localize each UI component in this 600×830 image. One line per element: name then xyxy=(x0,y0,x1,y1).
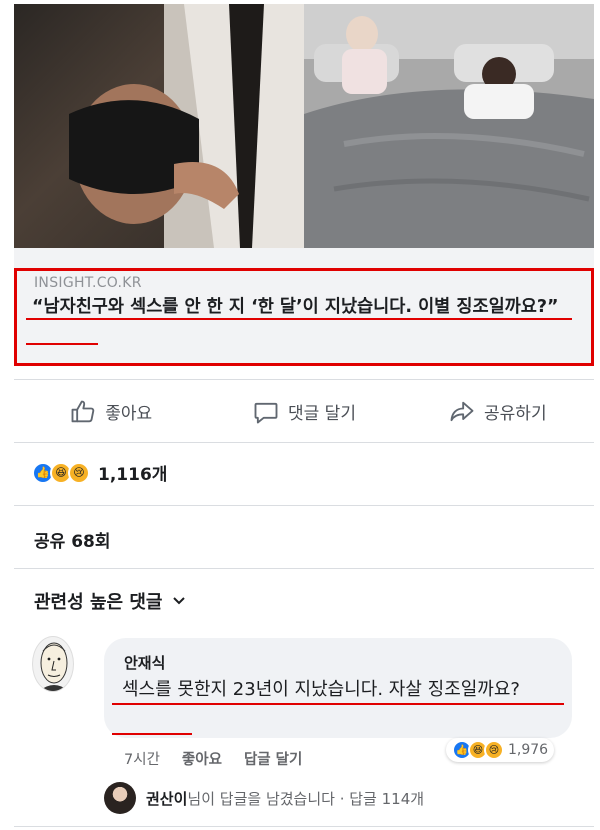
comment-underline-1 xyxy=(112,703,564,705)
comment-text: 섹스를 못한지 23년이 지났습니다. 자살 징조일까요? xyxy=(122,679,520,700)
reaction-count: 1,116개 xyxy=(98,465,168,485)
post-action-bar: 좋아요 댓글 달기 공유하기 xyxy=(14,384,594,439)
red-highlight-box xyxy=(14,268,594,366)
commenter-avatar[interactable] xyxy=(32,636,74,692)
post-reactions-summary[interactable]: 👍 😆 😢 1,116개 xyxy=(32,460,167,485)
comment-author[interactable]: 안재식 xyxy=(124,652,165,673)
chevron-down-icon xyxy=(173,597,186,605)
divider xyxy=(14,379,594,380)
like-label: 좋아요 xyxy=(105,404,153,424)
comment-sort-label: 관련성 높은 댓글 xyxy=(34,592,163,613)
comment-label: 댓글 달기 xyxy=(288,404,356,424)
comment-icon xyxy=(254,402,278,423)
comment-button[interactable]: 댓글 달기 xyxy=(207,398,400,426)
comment-time[interactable]: 7시간 xyxy=(124,748,160,769)
comment-meta: 7시간 좋아요 답글 달기 xyxy=(124,748,302,769)
view-replies-link[interactable]: 권산이님이 답글을 남겼습니다 · 답글 114개 xyxy=(104,782,424,814)
reply-author: 권산이 xyxy=(146,789,188,808)
sad-reaction-icon: 😢 xyxy=(68,461,90,484)
divider xyxy=(14,442,594,443)
comment-like-link[interactable]: 좋아요 xyxy=(182,748,222,769)
comment-reactions[interactable]: 👍 😆 😢 1,976 xyxy=(446,738,555,762)
preview-photo-left xyxy=(14,4,304,248)
divider xyxy=(14,568,594,569)
like-button[interactable]: 좋아요 xyxy=(14,398,207,426)
comment-reply-link[interactable]: 답글 달기 xyxy=(244,748,302,769)
headline-underline-2 xyxy=(26,343,98,345)
reply-summary-text: 님이 답글을 남겼습니다 · 답글 114개 xyxy=(187,789,425,808)
divider xyxy=(14,826,594,827)
share-icon xyxy=(450,401,474,421)
comment-underline-2 xyxy=(112,733,192,735)
link-preview-image[interactable] xyxy=(14,4,594,248)
comment-sort-dropdown[interactable]: 관련성 높은 댓글 xyxy=(34,588,186,614)
headline-underline-1 xyxy=(26,318,572,320)
preview-photo-right xyxy=(304,4,594,248)
thumbs-up-icon xyxy=(71,400,95,422)
reply-avatar xyxy=(104,782,136,814)
share-label: 공유하기 xyxy=(484,404,547,424)
divider xyxy=(14,505,594,506)
share-count[interactable]: 공유 68회 xyxy=(34,527,111,552)
share-button[interactable]: 공유하기 xyxy=(401,398,594,426)
comment-reaction-count: 1,976 xyxy=(508,742,549,758)
sad-reaction-icon: 😢 xyxy=(484,740,504,760)
